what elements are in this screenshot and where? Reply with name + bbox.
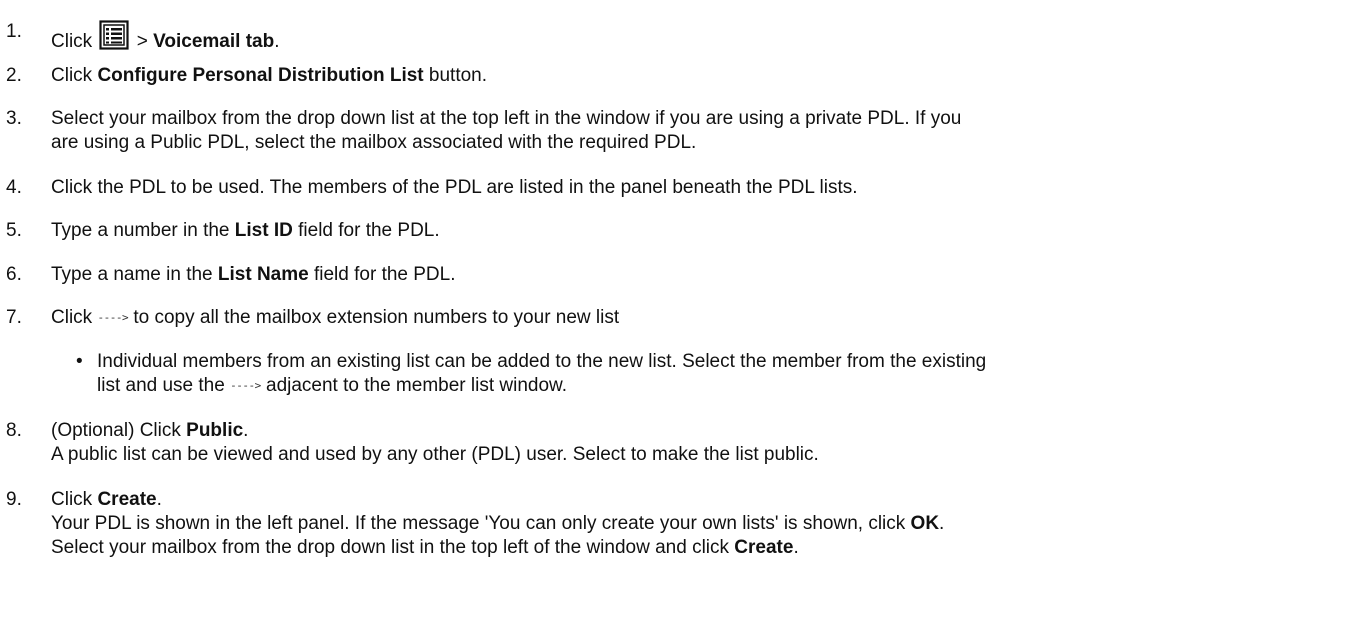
step-text: Click the PDL to be used. The members of… — [51, 177, 858, 198]
step-number: 5. — [6, 220, 22, 241]
voicemail-tab-label: Voicemail tab — [153, 31, 275, 52]
step-text: Select your mailbox from the drop down l… — [51, 108, 962, 153]
step-text: (Optional) Click Public. A public list c… — [51, 420, 819, 465]
configure-pdl-button-label: Configure Personal Distribution List — [97, 65, 424, 86]
copy-arrow-icon: ----> — [230, 379, 261, 392]
step-number: 1. — [6, 21, 22, 42]
copy-arrow-icon: ----> — [97, 311, 129, 324]
step-text: Click Create. Your PDL is shown in the l… — [51, 489, 945, 558]
step-number: 2. — [6, 65, 22, 86]
create-label: Create — [734, 537, 794, 558]
step-number: 7. — [6, 307, 22, 328]
step-text: Click ----> to copy all the mailbox exte… — [51, 307, 620, 328]
step-text: Click Configure Personal Distribution Li… — [51, 65, 488, 86]
step-text: Type a number in the List ID field for t… — [51, 220, 440, 241]
bullet-symbol: • — [76, 351, 83, 372]
step-number: 9. — [6, 489, 22, 510]
list-id-label: List ID — [234, 220, 293, 241]
create-label: Create — [97, 489, 157, 510]
step-text: Click > Voicemail tab. — [51, 20, 1340, 54]
step-number: 8. — [6, 420, 22, 441]
list-name-label: List Name — [217, 264, 309, 285]
step-number: 4. — [6, 177, 22, 198]
step-number: 6. — [6, 264, 22, 285]
ok-label: OK — [910, 513, 940, 534]
list-menu-icon — [99, 20, 130, 50]
instruction-document: 1. Click > Voicemail tab. 2. Click Confi… — [0, 0, 1358, 627]
step-text: Type a name in the List Name field for t… — [51, 264, 456, 285]
step-number: 3. — [6, 108, 22, 129]
public-label: Public — [186, 420, 244, 441]
bullet-text: Individual members from an existing list… — [97, 351, 987, 396]
